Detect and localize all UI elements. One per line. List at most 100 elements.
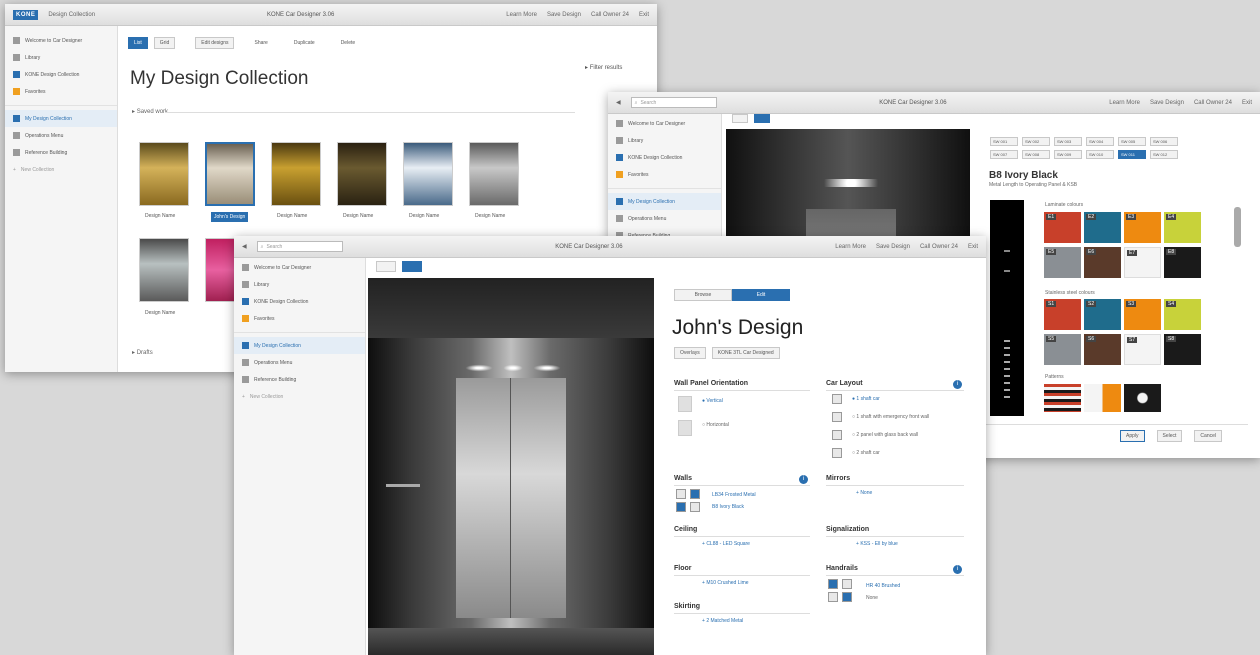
swatch-tab[interactable]: SW 009 [1054,150,1082,159]
layout-thumb-1[interactable] [832,394,842,404]
grid-view-button[interactable]: Grid [153,37,176,49]
layout-option-3[interactable]: ○ 2 panel with glass back wall [852,432,918,438]
edit-designs-button[interactable]: Edit designs [195,37,235,49]
list-view-button[interactable]: List [128,37,148,49]
swatch-tab[interactable]: SW 012 [1150,150,1178,159]
color-swatch[interactable]: S4 [1164,299,1201,330]
sidebar-item-my-collection[interactable]: My Design Collection [608,193,721,210]
color-swatch[interactable]: E2 [1084,212,1121,243]
swatch-tab[interactable]: SW 010 [1086,150,1114,159]
skirting-item[interactable]: + 2 Matched Metal [702,618,743,624]
design-thumb-4[interactable] [337,142,387,206]
info-icon[interactable]: i [799,475,808,484]
sidebar-item-kone-collection[interactable]: KONE Design Collection [608,149,721,166]
nav-save[interactable]: Save Design [876,244,910,250]
color-swatch[interactable]: S7 [1124,334,1161,365]
layout-option-4[interactable]: ○ 2 shaft car [852,450,880,456]
tab-browse[interactable]: Browse [674,289,732,301]
color-swatch[interactable]: S2 [1084,299,1121,330]
color-swatch[interactable]: E1 [1044,212,1081,243]
share-button[interactable]: Share [254,40,267,46]
sidebar-item-favorites[interactable]: Favorites [5,83,117,100]
layout-thumb-2[interactable] [832,412,842,422]
sidebar-item-kone-collection[interactable]: KONE Design Collection [5,66,117,83]
handrail-swatch-2[interactable] [842,579,852,589]
orientation-vertical-thumb[interactable] [678,396,692,412]
view-3d-button[interactable] [402,261,422,272]
mirrors-item[interactable]: + None [856,490,872,496]
signalization-item[interactable]: + KSS - Ell by blue [856,541,898,547]
color-swatch[interactable]: E8 [1164,247,1201,278]
tag-overlays[interactable]: Overlays [674,347,706,359]
nav-save[interactable]: Save Design [1150,100,1184,106]
handrail-swatch-1[interactable] [828,579,838,589]
layout-thumb-4[interactable] [832,448,842,458]
wall-swatch-4[interactable] [690,502,700,512]
swatch-tab[interactable]: SW 003 [1054,137,1082,146]
search-input[interactable]: ⌕ Search [256,241,343,252]
view-3d-button[interactable] [754,114,770,123]
info-icon[interactable]: i [953,380,962,389]
sidebar-item-welcome[interactable]: Welcome to Car Designer [234,259,365,276]
sidebar-item-operations[interactable]: Operations Menu [234,354,365,371]
design-thumb-3[interactable] [271,142,321,206]
sidebar-item-operations[interactable]: Operations Menu [5,127,117,144]
sidebar-item-favorites[interactable]: Favorites [608,166,721,183]
section-saved[interactable]: ▸ Saved work [132,108,168,115]
section-drafts[interactable]: ▸ Drafts [132,349,153,356]
swatch-tab[interactable]: SW 006 [1150,137,1178,146]
nav-save[interactable]: Save Design [547,12,581,18]
color-swatch[interactable]: S3 [1124,299,1161,330]
sidebar-item-reference[interactable]: Reference Building [5,144,117,161]
view-2d-button[interactable] [376,261,396,272]
nav-learn[interactable]: Learn More [835,244,866,250]
ceiling-item[interactable]: + CL88 - LED Square [702,541,750,547]
swatch-tab[interactable]: SW 004 [1086,137,1114,146]
pattern-preview-3[interactable] [1124,384,1161,412]
sidebar-item-operations[interactable]: Operations Menu [608,210,721,227]
view-2d-button[interactable] [732,114,748,123]
floor-item[interactable]: + M10 Crushed Lime [702,580,749,586]
duplicate-button[interactable]: Duplicate [294,40,315,46]
search-input[interactable]: ⌕ Search [630,97,717,108]
orientation-horizontal[interactable]: ○ Horizontal [702,422,729,428]
sidebar-item-favorites[interactable]: Favorites [234,310,365,327]
wall-swatch-2[interactable] [690,489,700,499]
design-thumb-7[interactable] [139,238,189,302]
layout-option-1[interactable]: ● 1 shaft car [852,396,880,402]
sidebar-item-my-collection[interactable]: My Design Collection [234,337,365,354]
color-swatch[interactable]: E7 [1124,247,1161,278]
wall-swatch-1[interactable] [676,489,686,499]
nav-learn[interactable]: Learn More [1109,100,1140,106]
nav-call[interactable]: Call Owner 24 [1194,100,1232,106]
design-thumb-2[interactable] [205,142,255,206]
layout-option-2[interactable]: ○ 1 shaft with emergency front wall [852,414,929,420]
color-swatch[interactable]: E5 [1044,247,1081,278]
design-thumb-6[interactable] [469,142,519,206]
orientation-vertical[interactable]: ● Vertical [702,398,723,404]
tab-edit[interactable]: Edit [732,289,790,301]
color-swatch[interactable]: E3 [1124,212,1161,243]
swatch-tab[interactable]: SW 005 [1118,137,1146,146]
swatch-tab[interactable]: SW 001 [990,137,1018,146]
back-icon[interactable]: ◀ [242,243,247,250]
info-icon[interactable]: i [953,565,962,574]
handrail-swatch-4[interactable] [842,592,852,602]
nav-exit[interactable]: Exit [1242,100,1252,106]
sidebar-item-library[interactable]: Library [234,276,365,293]
sidebar-item-library[interactable]: Library [608,132,721,149]
handrail-item-2[interactable]: None [866,595,878,601]
nav-exit[interactable]: Exit [968,244,978,250]
handrail-swatch-3[interactable] [828,592,838,602]
swatch-tab[interactable]: SW 008 [1022,150,1050,159]
scrollbar[interactable] [1234,207,1241,247]
wall-item-2[interactable]: B8 Ivory Black [712,504,744,510]
handrail-item-1[interactable]: HR 40 Brushed [866,583,900,589]
nav-call[interactable]: Call Owner 24 [591,12,629,18]
pattern-preview-2[interactable] [1084,384,1121,412]
delete-button[interactable]: Delete [341,40,355,46]
sidebar-item-my-collection[interactable]: My Design Collection [5,110,117,127]
sidebar-item-kone-collection[interactable]: KONE Design Collection [234,293,365,310]
tag-designed[interactable]: KONE 3TL Car Designed [711,347,780,359]
sidebar-item-welcome[interactable]: Welcome to Car Designer [5,32,117,49]
